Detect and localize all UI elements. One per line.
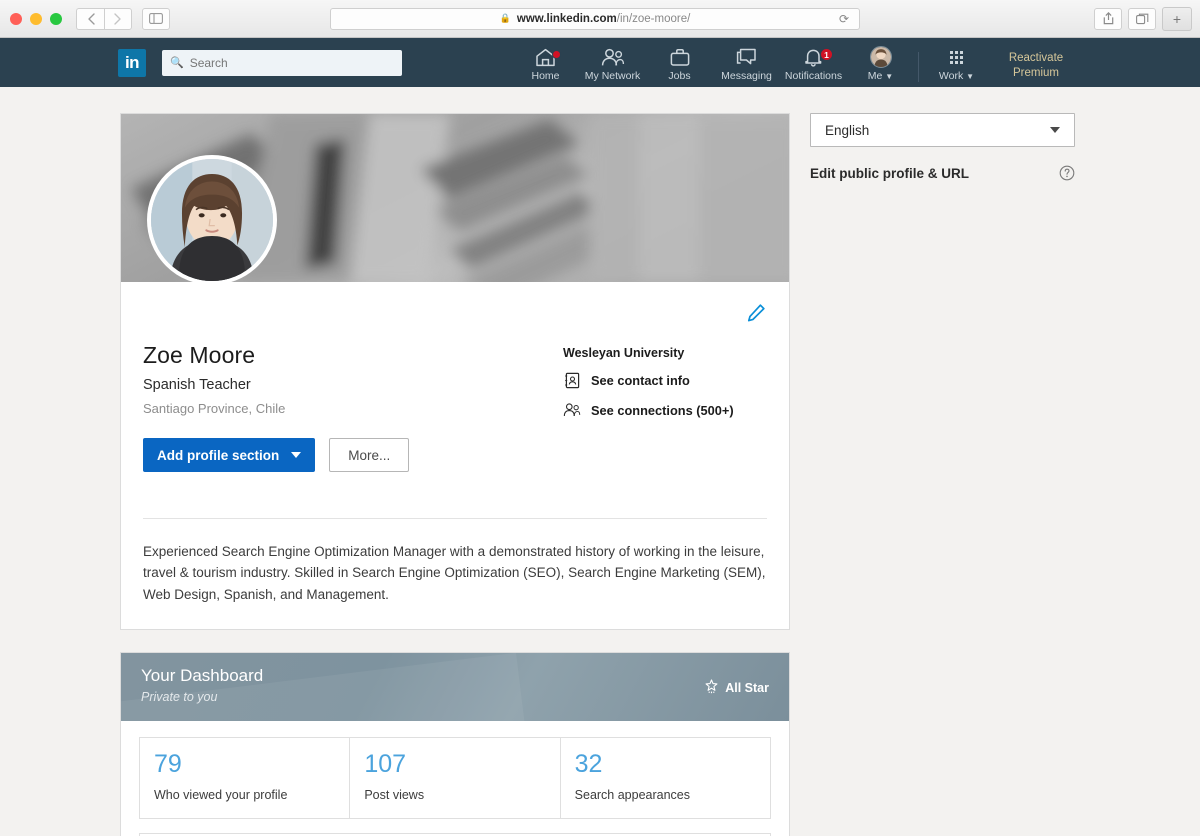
right-sidebar: English Edit public profile & URL xyxy=(810,113,1075,836)
profile-action-buttons: Add profile section More... xyxy=(143,438,563,472)
dashboard-title: Your Dashboard xyxy=(141,666,769,686)
page-title: Zoe Moore xyxy=(143,342,563,369)
see-contact-info-link[interactable]: See contact info xyxy=(563,371,734,389)
nav-label-messaging: Messaging xyxy=(721,70,772,82)
search-icon: 🔍 xyxy=(170,56,184,69)
stat-who-viewed-your-profile[interactable]: 79 Who viewed your profile xyxy=(139,737,349,819)
nav-item-home[interactable]: Home xyxy=(512,46,579,87)
new-tab-button[interactable]: + xyxy=(1162,7,1192,31)
profile-card: Zoe Moore Spanish Teacher Santiago Provi… xyxy=(120,113,790,630)
profile-right-column: Wesleyan University See contact info xyxy=(563,342,734,472)
window-traffic-lights xyxy=(10,13,62,25)
sidebar-toggle-icon[interactable] xyxy=(142,8,170,30)
page-content: Zoe Moore Spanish Teacher Santiago Provi… xyxy=(0,87,1200,836)
nav-item-my-network[interactable]: My Network xyxy=(579,46,646,87)
stat-label: Search appearances xyxy=(575,788,756,802)
nav-item-notifications[interactable]: 1 Notifications xyxy=(780,46,847,87)
nav-label-my-network: My Network xyxy=(585,70,640,82)
browser-right-controls: + xyxy=(1094,7,1192,31)
profile-info-grid: Zoe Moore Spanish Teacher Santiago Provi… xyxy=(143,282,767,472)
see-connections-label: See connections (500+) xyxy=(591,403,734,418)
search-placeholder: Search xyxy=(190,56,228,70)
add-profile-section-button[interactable]: Add profile section xyxy=(143,438,315,472)
nav-item-jobs[interactable]: Jobs xyxy=(646,46,713,87)
maximize-window-button[interactable] xyxy=(50,13,62,25)
premium-line-2: Premium xyxy=(990,66,1082,82)
profile-photo[interactable] xyxy=(147,155,277,285)
chevron-down-icon xyxy=(291,452,301,458)
stat-value: 79 xyxy=(154,752,335,777)
nav-label-me: Me ▼ xyxy=(868,70,893,82)
briefcase-icon xyxy=(670,46,690,68)
profile-headline: Spanish Teacher xyxy=(143,377,563,393)
url-domain: www.linkedin.com xyxy=(517,13,617,25)
star-badge-icon xyxy=(704,679,719,697)
url-path: /in/zoe-moore/ xyxy=(617,13,691,25)
edit-profile-pencil-icon[interactable] xyxy=(745,302,767,324)
home-badge-dot xyxy=(552,50,561,59)
people-icon xyxy=(563,401,581,419)
nav-label-jobs: Jobs xyxy=(668,70,690,82)
nav-item-messaging[interactable]: Messaging xyxy=(713,46,780,87)
stat-post-views[interactable]: 107 Post views xyxy=(349,737,559,819)
nav-label-home: Home xyxy=(531,70,559,82)
minimize-window-button[interactable] xyxy=(30,13,42,25)
reactivate-premium-link[interactable]: Reactivate Premium xyxy=(990,51,1082,87)
see-contact-info-label: See contact info xyxy=(591,373,690,388)
all-star-label: All Star xyxy=(725,681,769,695)
share-icon[interactable] xyxy=(1094,8,1122,30)
main-column: Zoe Moore Spanish Teacher Santiago Provi… xyxy=(120,113,790,836)
profile-body: Zoe Moore Spanish Teacher Santiago Provi… xyxy=(121,282,789,496)
dashboard-subtitle: Private to you xyxy=(141,690,769,704)
grid-apps-icon xyxy=(950,46,963,68)
nav-divider xyxy=(918,52,919,82)
profile-school: Wesleyan University xyxy=(563,346,734,360)
chevron-down-icon xyxy=(1050,127,1060,133)
lock-icon: 🔒 xyxy=(500,13,511,24)
stat-label: Who viewed your profile xyxy=(154,788,335,802)
language-value: English xyxy=(825,123,869,138)
linkedin-logo[interactable]: in xyxy=(118,49,146,77)
stat-label: Post views xyxy=(364,788,545,802)
stat-search-appearances[interactable]: 32 Search appearances xyxy=(560,737,771,819)
messaging-icon xyxy=(736,46,757,68)
search-input[interactable]: 🔍 Search xyxy=(162,50,402,76)
nav-label-work: Work ▼ xyxy=(939,70,974,82)
browser-toolbar: 🔒 www.linkedin.com/in/zoe-moore/ ⟳ + xyxy=(0,0,1200,38)
nav-item-me[interactable]: Me ▼ xyxy=(847,46,914,87)
linkedin-navbar: in 🔍 Search Home My Network Jobs xyxy=(0,38,1200,87)
my-network-icon xyxy=(601,46,625,68)
notifications-badge: 1 xyxy=(820,48,833,61)
profile-left-column: Zoe Moore Spanish Teacher Santiago Provi… xyxy=(143,342,563,472)
stat-value: 32 xyxy=(575,752,756,777)
profile-summary: Experienced Search Engine Optimization M… xyxy=(143,518,767,605)
add-profile-section-label: Add profile section xyxy=(157,448,279,463)
avatar-icon xyxy=(870,46,892,68)
language-select[interactable]: English xyxy=(810,113,1075,147)
help-circle-icon[interactable] xyxy=(1059,165,1075,181)
dashboard-stats-row: 79 Who viewed your profile 107 Post view… xyxy=(121,721,789,819)
edit-public-profile-row: Edit public profile & URL xyxy=(810,165,1075,181)
all-star-badge[interactable]: All Star xyxy=(704,679,769,697)
stat-value: 107 xyxy=(364,752,545,777)
forward-arrow-icon[interactable] xyxy=(104,8,132,30)
contact-card-icon xyxy=(563,371,581,389)
back-arrow-icon[interactable] xyxy=(76,8,104,30)
nav-label-notifications: Notifications xyxy=(785,70,842,82)
profile-location: Santiago Province, Chile xyxy=(143,401,563,416)
reload-icon[interactable]: ⟳ xyxy=(839,12,849,26)
your-dashboard-card: Your Dashboard Private to you All Star 7… xyxy=(120,652,790,836)
more-button[interactable]: More... xyxy=(329,438,409,472)
show-tabs-icon[interactable] xyxy=(1128,8,1156,30)
nav-item-work[interactable]: Work ▼ xyxy=(923,46,990,87)
close-window-button[interactable] xyxy=(10,13,22,25)
address-bar[interactable]: 🔒 www.linkedin.com/in/zoe-moore/ ⟳ xyxy=(330,8,860,30)
premium-line-1: Reactivate xyxy=(990,51,1082,67)
edit-public-profile-link[interactable]: Edit public profile & URL xyxy=(810,166,969,181)
navbar-items: Home My Network Jobs Messaging 1 N xyxy=(512,38,1082,87)
browser-nav-buttons xyxy=(76,8,132,30)
dashboard-header: Your Dashboard Private to you All Star xyxy=(121,653,789,721)
see-connections-link[interactable]: See connections (500+) xyxy=(563,401,734,419)
